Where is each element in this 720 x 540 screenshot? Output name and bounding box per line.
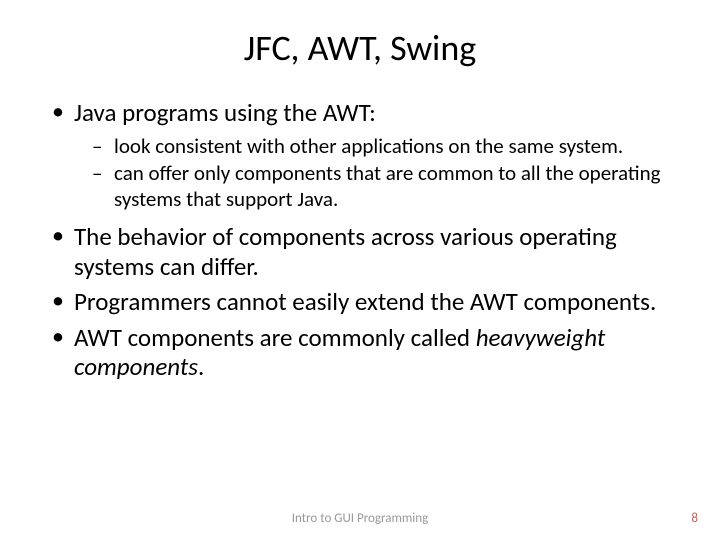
list-item: look consistent with other applications … [92,134,670,160]
bullet-text: look consistent with other applications … [114,133,623,159]
sub-list: look consistent with other applications … [92,134,670,213]
bullet-text: . [198,351,204,382]
bullet-list: Java programs using the AWT: look consis… [50,98,670,382]
list-item: The behavior of components across variou… [50,222,670,281]
footer-text: Intro to GUI Programming [0,511,720,526]
slide: JFC, AWT, Swing Java programs using the … [0,0,720,540]
bullet-text: AWT components are commonly called [74,322,476,353]
page-number: 8 [691,511,698,526]
footer: Intro to GUI Programming 8 [0,511,720,526]
list-item: Programmers cannot easily extend the AWT… [50,287,670,317]
list-item: AWT components are commonly called heavy… [50,323,670,382]
list-item: Java programs using the AWT: look consis… [50,98,670,212]
bullet-text: The behavior of components across variou… [74,221,617,282]
bullet-text: Programmers cannot easily extend the AWT… [74,286,656,317]
list-item: can offer only components that are commo… [92,161,670,212]
bullet-text: can offer only components that are commo… [114,160,661,212]
slide-title: JFC, AWT, Swing [50,26,670,70]
bullet-text: Java programs using the AWT: [74,97,376,128]
